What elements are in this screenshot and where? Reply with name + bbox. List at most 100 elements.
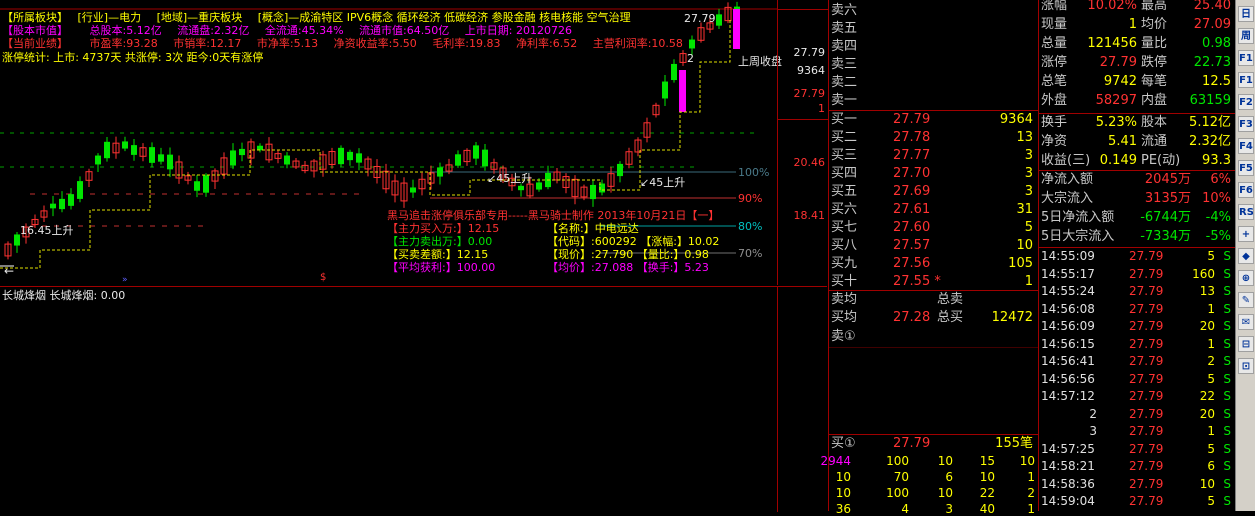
sell-level-row[interactable]: 卖六 bbox=[831, 2, 1037, 20]
flow-label: 5日净流入额 bbox=[1041, 210, 1115, 225]
sell-level-row[interactable]: 卖五 bbox=[831, 20, 1037, 38]
buy-level-row[interactable]: 买三 27.77 3 bbox=[831, 147, 1037, 165]
tick-price: 27.79 bbox=[1129, 494, 1164, 508]
toolbar-button[interactable]: F1 bbox=[1238, 72, 1254, 88]
buy-level-label: 买四 bbox=[831, 166, 858, 181]
tick-volume: 5 bbox=[1207, 441, 1215, 456]
candle-body bbox=[617, 163, 623, 177]
tick-price: 27.79 bbox=[1129, 476, 1164, 491]
tick-volume: 13 bbox=[1199, 284, 1215, 298]
tick-row: 14:56:56 27.79 5 S bbox=[1041, 371, 1233, 388]
buy-level-row[interactable]: 买二 27.78 13 bbox=[831, 129, 1037, 147]
sell-level-row[interactable]: 卖一 bbox=[831, 92, 1037, 110]
candle-body bbox=[284, 155, 290, 165]
sell-queue-row[interactable]: 卖① bbox=[831, 328, 1037, 346]
toolbar-button[interactable]: F3 bbox=[1238, 116, 1254, 132]
flow-pct: 6% bbox=[1210, 172, 1231, 187]
tick-row: 14:57:25 27.79 5 S bbox=[1041, 441, 1233, 458]
info-line-performance: 【当前业绩】 市盈率:93.28 市销率:12.17 市净率:5.13 净资收益… bbox=[2, 37, 683, 50]
buy-level-volume: 3 bbox=[1024, 148, 1033, 163]
buy-level-row[interactable]: 买七 27.60 5 bbox=[831, 219, 1037, 237]
buy-level-row[interactable]: 买九 27.56 105 bbox=[831, 255, 1037, 273]
buy-level-row[interactable]: 买八 27.57 10 bbox=[831, 237, 1037, 255]
tick-time: 14:55:17 bbox=[1041, 266, 1095, 281]
tick-price: 27.79 bbox=[1129, 249, 1164, 263]
toolbar-button[interactable]: F5 bbox=[1238, 160, 1254, 176]
axis-label: 18.41 bbox=[793, 209, 826, 222]
queue-cell: 1 bbox=[1027, 470, 1035, 484]
left-arrow-icon[interactable]: ← bbox=[4, 264, 14, 278]
tick-side: S bbox=[1223, 336, 1231, 351]
tick-side: S bbox=[1223, 476, 1231, 491]
buy-level-volume: 10 bbox=[1016, 238, 1033, 253]
buy-level-row[interactable]: 买六 27.61 31 bbox=[831, 201, 1037, 219]
stat-label: 总量 bbox=[1041, 36, 1068, 51]
buy-level-price: 27.57 bbox=[893, 238, 931, 253]
stat-value: 10.02% bbox=[1087, 0, 1137, 13]
tick-row: 14:59:04 27.79 5 S bbox=[1041, 493, 1233, 510]
tick-row: 14:55:17 27.79 160 S bbox=[1041, 266, 1233, 283]
overlay-avg: 【均价】:27.088 【换手:】5.23 bbox=[547, 261, 709, 274]
tick-time: 14:57:25 bbox=[1041, 441, 1095, 456]
stat-value: 5.41 bbox=[1108, 134, 1137, 149]
sell-level-row[interactable]: 卖四 bbox=[831, 38, 1037, 56]
flow-label: 5日大宗流入 bbox=[1041, 229, 1115, 244]
toolbar-button[interactable]: ✎ bbox=[1238, 292, 1254, 308]
tick-row: 14:55:24 27.79 13 S bbox=[1041, 283, 1233, 300]
buy-level-row[interactable]: 买十 27.55 * 1 bbox=[831, 273, 1037, 291]
tick-price: 27.79 bbox=[1129, 459, 1164, 473]
toolbar-button[interactable]: F2 bbox=[1238, 94, 1254, 110]
roe: 净资收益率:5.50 bbox=[333, 37, 417, 50]
dollar-icon[interactable]: $ bbox=[320, 272, 326, 283]
buy-queue-row[interactable]: 买① 27.79 155笔 bbox=[831, 435, 1037, 453]
toolbar-button[interactable]: 日 bbox=[1238, 6, 1254, 22]
buy-queue-count: 155笔 bbox=[995, 436, 1033, 451]
toolbar-button[interactable]: ✉ bbox=[1238, 314, 1254, 330]
avg-buy-row: 买均 27.28 总买 12472 bbox=[831, 309, 1037, 327]
toolbar-button[interactable]: ◆ bbox=[1238, 248, 1254, 264]
candle-body bbox=[590, 184, 596, 200]
sell-level-row[interactable]: 卖二 bbox=[831, 74, 1037, 92]
sector-concept: [概念]—成渝特区 IPV6概念 循环经济 低碳经济 参股金融 核电核能 空气治… bbox=[257, 11, 631, 24]
toolbar-button[interactable]: ⊕ bbox=[1238, 270, 1254, 286]
tick-volume: 20 bbox=[1199, 406, 1215, 421]
flow-row: 大宗流入 3135万 10% bbox=[1041, 189, 1233, 208]
toolbar-button[interactable]: 周 bbox=[1238, 28, 1254, 44]
flow-label: 大宗流入 bbox=[1041, 191, 1094, 206]
buy-level-label: 买十 bbox=[831, 274, 858, 289]
indicator-title: 长城烽烟 长城烽烟: 0.00 bbox=[2, 289, 126, 302]
tick-row: 14:55:09 27.79 5 S bbox=[1041, 248, 1233, 265]
pe-ratio: 市盈率:93.28 bbox=[89, 37, 158, 50]
label-performance: 【当前业绩】 bbox=[2, 37, 68, 50]
candle-body bbox=[230, 150, 236, 166]
axis-label: 20.46 bbox=[793, 156, 826, 169]
toolbar-button[interactable]: ⊡ bbox=[1238, 358, 1254, 374]
toolbar-button[interactable]: F4 bbox=[1238, 138, 1254, 154]
buy-level-row[interactable]: 买五 27.69 3 bbox=[831, 183, 1037, 201]
toolbar-button[interactable]: F6 bbox=[1238, 182, 1254, 198]
kline-chart[interactable]: » 【所属板块】 [行业]—电力 [地域]—重庆板块 [概念]—成渝特区 IPV… bbox=[0, 0, 782, 285]
stat-label: 外盘 bbox=[1041, 93, 1068, 108]
toolbar-button[interactable]: RSI bbox=[1238, 204, 1254, 220]
toolbar-button[interactable]: + bbox=[1238, 226, 1254, 242]
stat-label: 涨停 bbox=[1041, 55, 1068, 70]
sell-level-row[interactable]: 卖三 bbox=[831, 56, 1037, 74]
toolbar-button[interactable]: F10 bbox=[1238, 50, 1254, 66]
indicator-panel[interactable]: 长城烽烟 长城烽烟: 0.00 bbox=[0, 286, 827, 512]
sell-level-label: 卖四 bbox=[831, 39, 858, 54]
buy-level-row[interactable]: 买四 27.70 3 bbox=[831, 165, 1037, 183]
tick-time: 14:56:41 bbox=[1041, 354, 1095, 368]
last-week-close-label: 上周收盘 bbox=[738, 55, 782, 68]
flow-value: -6744万 bbox=[1140, 210, 1191, 225]
candle-body bbox=[194, 181, 200, 191]
avg-buy-value: 27.28 bbox=[893, 310, 931, 325]
buy-level-row[interactable]: 买一 27.79 9364 bbox=[831, 111, 1037, 129]
stat-label: 每笔 bbox=[1141, 74, 1168, 89]
tick-time: 14:56:09 bbox=[1041, 319, 1095, 333]
tick-side: S bbox=[1223, 371, 1231, 386]
full-float: 全流通:45.34% bbox=[264, 24, 344, 37]
candle-body bbox=[716, 14, 722, 26]
tick-time: 14:58:36 bbox=[1041, 476, 1095, 491]
float-shares: 流通盘:2.32亿 bbox=[177, 24, 250, 37]
toolbar-button[interactable]: ⊟ bbox=[1238, 336, 1254, 352]
